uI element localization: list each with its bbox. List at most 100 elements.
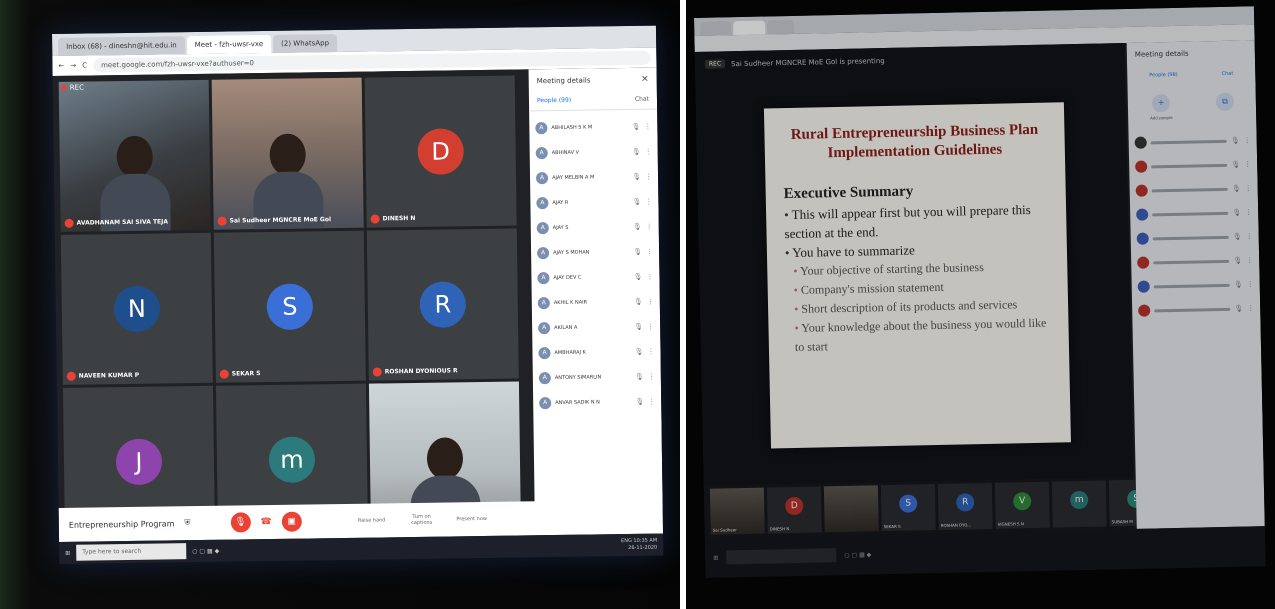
join-info-button[interactable]: ⧉: [1215, 92, 1235, 119]
mic-off-icon[interactable]: 🎙: [1232, 185, 1241, 193]
mic-off-icon[interactable]: 🎙: [631, 122, 640, 130]
strip-tile[interactable]: Sai Sudheer: [709, 487, 765, 535]
more-icon[interactable]: ⋮: [1245, 208, 1252, 216]
participant-tile[interactable]: S SEKAR S: [213, 230, 366, 383]
list-item[interactable]: 🎙 ⋮: [1128, 128, 1256, 155]
list-item[interactable]: A AJAY MELBIN A M 🎙 ⋮: [535, 164, 652, 191]
more-icon[interactable]: ⋮: [1246, 232, 1253, 240]
more-icon[interactable]: ⋮: [647, 297, 654, 305]
list-item[interactable]: A AMBHARAJ K 🎙 ⋮: [538, 339, 655, 366]
strip-tile[interactable]: V VIGNESH S N: [994, 481, 1050, 529]
participant-tile[interactable]: Sai Sudheer MGNCRE MoE Gol: [211, 77, 364, 230]
more-icon[interactable]: ⋮: [645, 197, 652, 205]
list-item[interactable]: 🎙 ⋮: [1130, 200, 1258, 227]
participant-tile[interactable]: AVADHANAM SAI SIVA TEJA: [58, 79, 211, 232]
browser-tab[interactable]: [700, 21, 732, 36]
browser-tab[interactable]: [766, 19, 795, 35]
participant-tile[interactable]: N NAVEEN KUMAR P: [60, 232, 213, 385]
list-item[interactable]: A AJAY DEV C 🎙 ⋮: [537, 264, 653, 291]
list-item[interactable]: A AJAY R 🎙 ⋮: [536, 189, 652, 216]
strip-tile[interactable]: D DINESH N: [766, 486, 822, 534]
list-item[interactable]: A AKILAN A 🎙 ⋮: [538, 314, 654, 341]
mic-off-icon[interactable]: 🎙: [633, 272, 642, 280]
list-item[interactable]: 🎙 ⋮: [1132, 296, 1260, 323]
add-people-button[interactable]: + Add people: [1150, 94, 1173, 120]
mic-off-icon[interactable]: 🎙: [1233, 257, 1242, 265]
list-item[interactable]: A ABHINAV V 🎙 ⋮: [535, 139, 652, 166]
browser-tab-active[interactable]: Meet - fzh-uwsr-vxe: [186, 34, 272, 55]
mic-off-icon[interactable]: 🎙: [230, 512, 251, 533]
taskbar-search-input[interactable]: Type here to search: [76, 543, 187, 561]
strip-tile[interactable]: [823, 485, 879, 533]
mic-off-icon[interactable]: 🎙: [633, 222, 642, 230]
mic-off-icon[interactable]: 🎙: [634, 322, 643, 330]
list-item[interactable]: A AJAY S 🎙 ⋮: [536, 214, 653, 241]
strip-tile[interactable]: S SEKAR S: [880, 484, 936, 532]
tab-chat[interactable]: Chat: [635, 96, 649, 103]
more-icon[interactable]: ⋮: [647, 347, 654, 355]
list-item[interactable]: 🎙 ⋮: [1131, 272, 1259, 299]
meeting-name[interactable]: Entrepreneurship Program: [69, 519, 175, 529]
captions-button[interactable]: Turn on captions: [402, 514, 442, 527]
reload-icon[interactable]: C: [82, 62, 87, 70]
mic-off-icon[interactable]: 🎙: [1234, 305, 1243, 313]
list-item[interactable]: 🎙 ⋮: [1130, 224, 1258, 251]
list-item[interactable]: 🎙 ⋮: [1129, 176, 1257, 203]
mic-off-icon[interactable]: 🎙: [632, 197, 641, 205]
participant-tile[interactable]: D DINESH N: [364, 75, 517, 228]
browser-tab-active[interactable]: [733, 20, 765, 36]
more-icon[interactable]: ⋮: [645, 172, 652, 180]
more-icon[interactable]: ⋮: [1244, 136, 1251, 144]
mic-off-icon[interactable]: 🎙: [1231, 137, 1240, 145]
windows-start-icon[interactable]: ⊞: [713, 554, 718, 561]
list-item[interactable]: A AJAY S MOHAN 🎙 ⋮: [537, 239, 653, 266]
mic-off-icon[interactable]: 🎙: [1232, 209, 1241, 217]
mic-off-icon[interactable]: 🎙: [1234, 281, 1243, 289]
list-item[interactable]: 🎙 ⋮: [1131, 248, 1259, 275]
list-item[interactable]: A ANTONY SIMARLIN 🎙 ⋮: [538, 364, 655, 391]
browser-tab[interactable]: (2) WhatsApp: [273, 34, 338, 53]
mic-off-icon[interactable]: 🎙: [632, 172, 641, 180]
windows-start-icon[interactable]: ⊞: [65, 549, 70, 556]
strip-tile[interactable]: m: [1051, 480, 1107, 528]
more-icon[interactable]: ⋮: [1244, 160, 1251, 168]
list-item[interactable]: A AKHIL K NAIR 🎙 ⋮: [537, 289, 654, 316]
mic-off-icon[interactable]: 🎙: [632, 147, 641, 155]
more-icon[interactable]: ⋮: [647, 322, 654, 330]
more-icon[interactable]: ⋮: [648, 397, 655, 405]
list-item[interactable]: A ANVAR SADIK N N 🎙 ⋮: [539, 389, 655, 416]
taskbar-search-input[interactable]: [726, 548, 837, 565]
mic-off-icon[interactable]: 🎙: [635, 397, 644, 405]
more-icon[interactable]: ⋮: [646, 247, 653, 255]
participant-tile[interactable]: R ROSHAN DYONIOUS R: [366, 228, 519, 381]
mic-off-icon[interactable]: 🎙: [1233, 233, 1242, 241]
taskbar-apps-icon[interactable]: ○ ▢ ▦ ◆: [192, 547, 219, 554]
present-now-button[interactable]: Present now: [452, 516, 492, 523]
tab-people[interactable]: People (98): [1149, 72, 1178, 79]
mic-off-icon[interactable]: 🎙: [635, 347, 644, 355]
more-icon[interactable]: ⋮: [1245, 184, 1252, 192]
more-icon[interactable]: ⋮: [646, 222, 653, 230]
mic-off-icon[interactable]: 🎙: [634, 297, 643, 305]
close-icon[interactable]: ✕: [641, 75, 649, 85]
raise-hand-button[interactable]: Raise hand: [352, 517, 392, 524]
list-item[interactable]: A ABHILASH S K M 🎙 ⋮: [535, 114, 651, 141]
more-icon[interactable]: ⋮: [646, 272, 653, 280]
mic-off-icon[interactable]: 🎙: [635, 372, 644, 380]
more-icon[interactable]: ⋮: [645, 147, 652, 155]
camera-off-icon[interactable]: ▣: [281, 511, 302, 532]
strip-tile[interactable]: R ROSHAN DYO...: [937, 482, 993, 530]
mic-off-icon[interactable]: 🎙: [1231, 161, 1240, 169]
more-icon[interactable]: ⋮: [1247, 280, 1254, 288]
more-icon[interactable]: ⋮: [1246, 256, 1253, 264]
mic-off-icon[interactable]: 🎙: [633, 247, 642, 255]
list-item[interactable]: 🎙 ⋮: [1129, 152, 1257, 179]
tab-people[interactable]: People (99): [537, 97, 571, 104]
more-icon[interactable]: ⋮: [1247, 304, 1254, 312]
browser-tab[interactable]: Inbox (68) - dineshn@hit.edu.in: [58, 36, 185, 56]
tab-chat[interactable]: Chat: [1222, 71, 1234, 77]
more-icon[interactable]: ⋮: [644, 122, 651, 130]
hangup-icon[interactable]: ☎: [260, 517, 271, 527]
more-icon[interactable]: ⋮: [648, 372, 655, 380]
back-icon[interactable]: ←: [58, 62, 64, 70]
